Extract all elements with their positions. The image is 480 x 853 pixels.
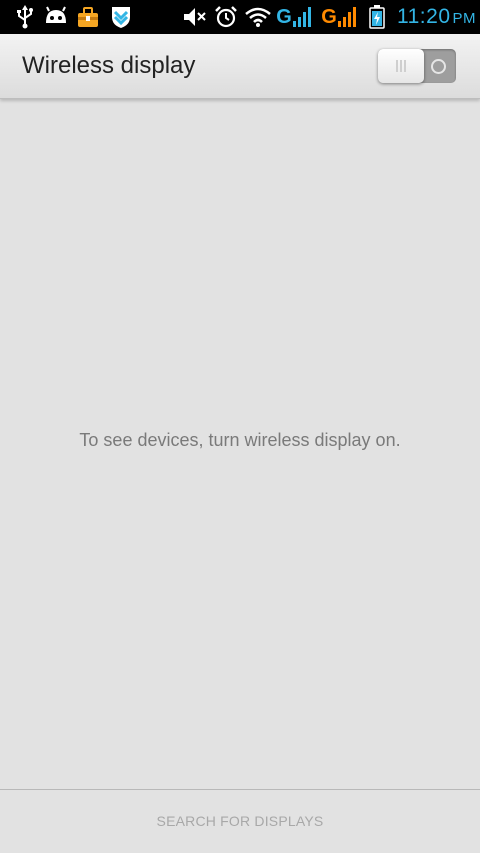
toggle-thumb[interactable] [378,49,424,83]
battery-charging-icon [367,5,387,29]
page-title: Wireless display [22,52,196,79]
off-circle-icon [431,59,446,74]
wireless-display-toggle[interactable] [378,49,456,83]
wifi-icon [244,5,272,29]
search-for-displays-button[interactable]: SEARCH FOR DISPLAYS [0,790,480,853]
android-debug-icon [42,5,70,29]
usb-icon [14,5,36,29]
status-bar: G G 11:20 PM [0,0,480,34]
grip-icon [396,60,406,72]
mute-icon [182,5,208,29]
signal-g-icon: G [273,5,317,29]
empty-state-message: To see devices, turn wireless display on… [79,430,401,450]
toolbox-icon [76,5,100,29]
action-bar: Wireless display [0,34,480,99]
status-time: 11:20 PM [397,5,476,28]
alarm-icon [214,5,238,29]
shield-download-icon [110,5,132,29]
signal-g-icon: G [318,5,362,29]
